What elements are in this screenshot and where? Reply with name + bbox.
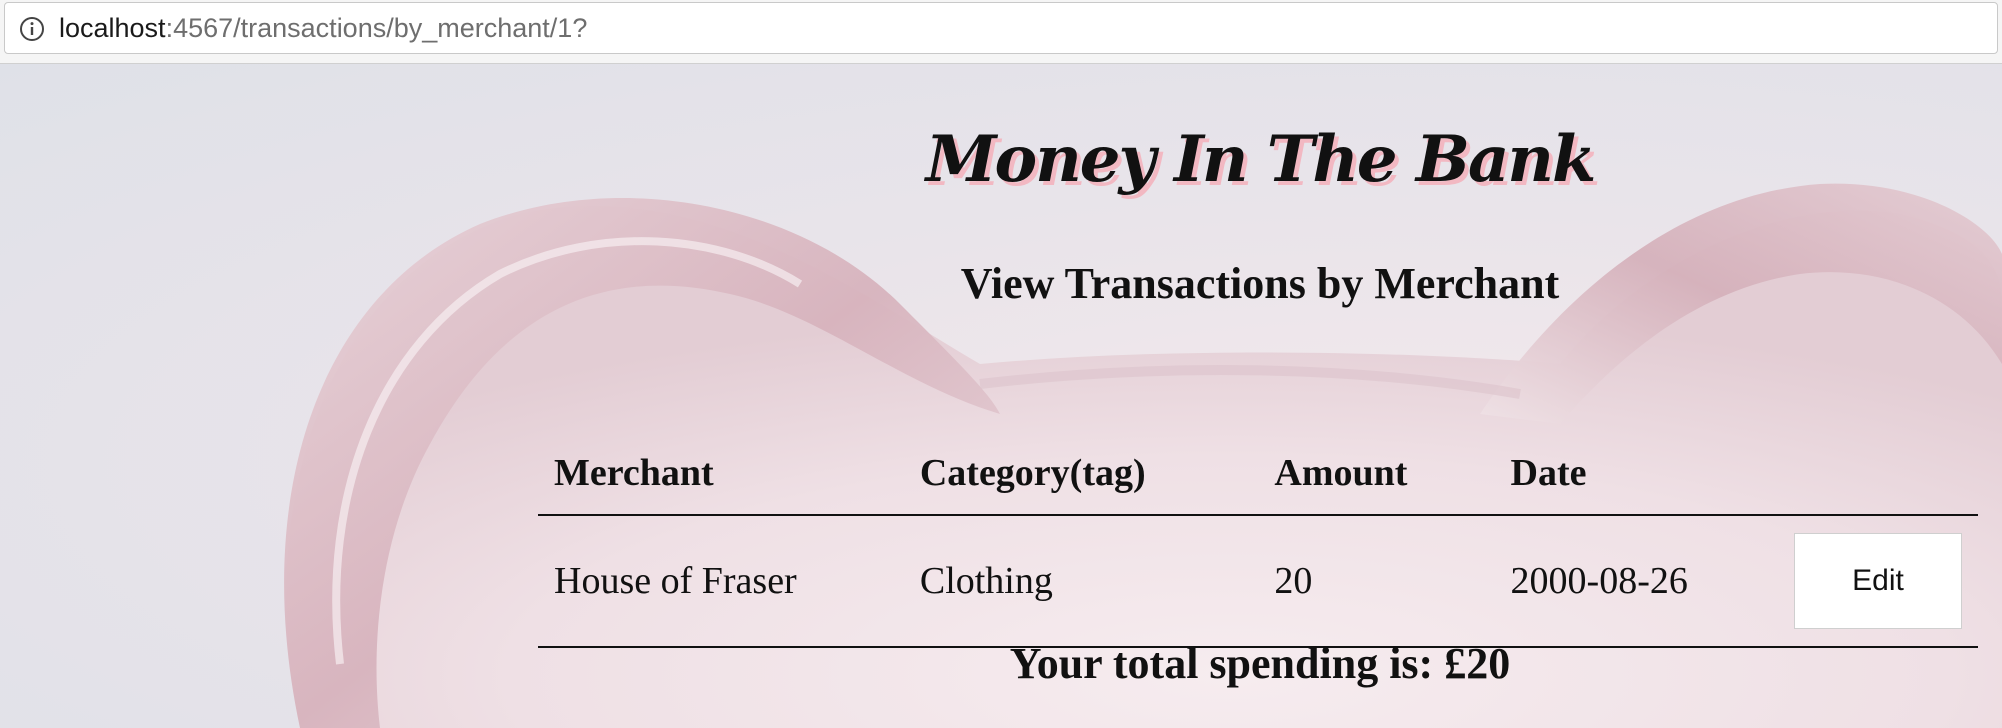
cell-date: 2000-08-26: [1494, 515, 1778, 648]
cell-actions: Edit: [1778, 515, 1978, 648]
browser-toolbar: localhost:4567/transactions/by_merchant/…: [0, 0, 2002, 64]
url-text[interactable]: localhost:4567/transactions/by_merchant/…: [59, 13, 587, 44]
url-host: localhost: [59, 13, 166, 43]
header-merchant: Merchant: [538, 432, 904, 516]
main-content: Money In The Bank View Transactions by M…: [0, 64, 2002, 728]
cell-amount: 20: [1258, 515, 1495, 648]
header-date: Date: [1494, 432, 1778, 516]
cell-category: Clothing: [903, 515, 1259, 648]
total-spending: Your total spending is: £20: [1009, 639, 1511, 688]
url-path: :4567/transactions/by_merchant/1?: [165, 13, 588, 43]
page-heading: View Transactions by Merchant: [960, 259, 1560, 308]
header-actions: [1778, 432, 1978, 516]
header-amount: Amount: [1258, 432, 1495, 516]
info-icon[interactable]: [19, 16, 45, 42]
table-header-row: Merchant Category(tag) Amount Date: [538, 432, 1978, 516]
header-category: Category(tag): [903, 432, 1259, 516]
site-title: Money In The Bank: [925, 122, 1597, 197]
edit-button[interactable]: Edit: [1794, 533, 1962, 629]
transactions-table: Merchant Category(tag) Amount Date House…: [538, 432, 1978, 648]
table-row: House of Fraser Clothing 20 2000-08-26 E…: [538, 515, 1978, 648]
address-bar[interactable]: localhost:4567/transactions/by_merchant/…: [4, 2, 1998, 54]
cell-merchant: House of Fraser: [538, 515, 904, 648]
page-body: Money In The Bank View Transactions by M…: [0, 64, 2002, 728]
